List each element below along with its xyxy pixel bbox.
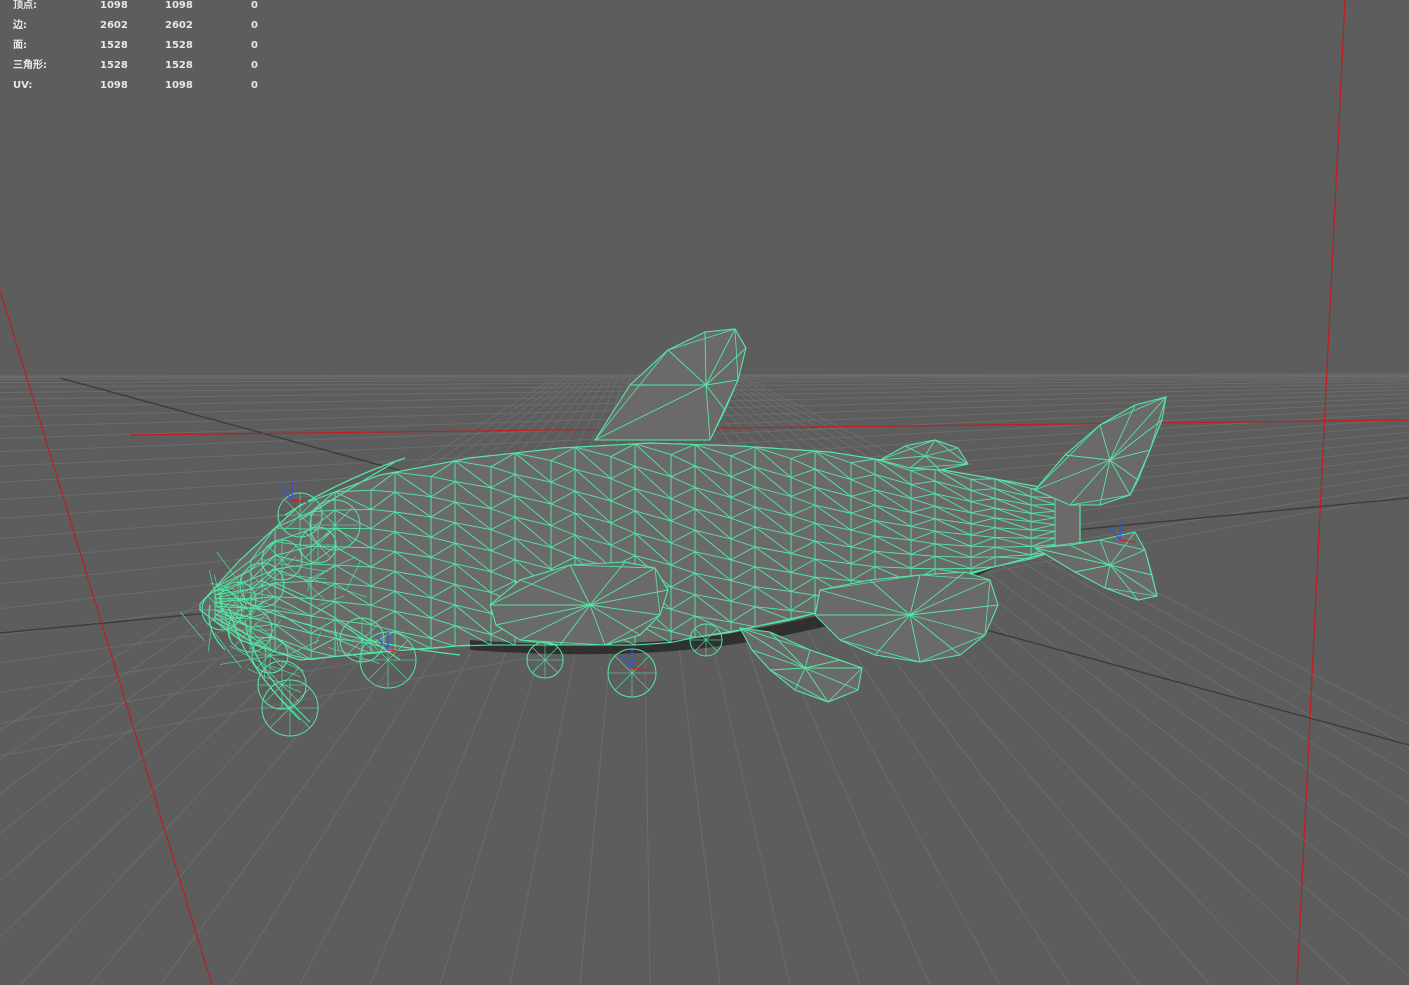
- hud-value: 1528: [100, 40, 128, 52]
- hud-label: 边:: [13, 20, 27, 32]
- mesh-edge: [388, 660, 408, 680]
- mesh-edge: [270, 708, 290, 728]
- mesh-edge: [632, 656, 649, 673]
- hud-label: 三角形:: [13, 60, 47, 72]
- hud-value: 2602: [100, 20, 128, 32]
- 3d-viewport[interactable]: 顶点: 1098 1098 0 边: 2602 2602 0 面: 1528 1…: [0, 0, 1409, 985]
- hud-value: 2602: [165, 20, 193, 32]
- hud-row-faces: 面: 1528 1528 0: [13, 40, 273, 60]
- hud-value: 0: [251, 60, 258, 72]
- mesh-edge: [532, 660, 545, 673]
- hud-value: 1528: [100, 60, 128, 72]
- mesh-edge: [265, 685, 282, 702]
- hud-value: 0: [251, 20, 258, 32]
- hud-row-vertices: 顶点: 1098 1098 0: [13, 0, 273, 20]
- mesh-edge: [282, 668, 299, 685]
- hud-value: 0: [251, 0, 258, 12]
- mesh-edge: [911, 568, 935, 569]
- mesh-edge: [1031, 504, 1055, 505]
- pivot-axis-z: [622, 656, 632, 668]
- hud-value: 1528: [165, 40, 193, 52]
- hud-value: 1098: [165, 0, 193, 12]
- mesh-edge: [632, 673, 649, 690]
- hud-value: 0: [251, 40, 258, 52]
- pelvic-fin: [815, 572, 998, 662]
- hud-label: UV:: [13, 80, 32, 92]
- mesh-edge: [545, 660, 558, 673]
- hud-label: 面:: [13, 40, 27, 52]
- hud-row-edges: 边: 2602 2602 0: [13, 20, 273, 40]
- hud-value: 0: [251, 80, 258, 92]
- hud-value: 1528: [165, 60, 193, 72]
- camera-line: [1297, 0, 1345, 985]
- poly-count-hud: 顶点: 1098 1098 0 边: 2602 2602 0 面: 1528 1…: [13, 0, 273, 100]
- hud-row-uv: UV: 1098 1098 0: [13, 80, 273, 100]
- viewport-scene[interactable]: [0, 0, 1409, 985]
- dorsal-fin: [595, 329, 746, 440]
- hud-row-triangles: 三角形: 1528 1528 0: [13, 60, 273, 80]
- hud-value: 1098: [100, 0, 128, 12]
- mesh-edge: [615, 673, 632, 690]
- mesh-edge: [290, 708, 310, 728]
- hud-label: 顶点:: [13, 0, 37, 12]
- hud-value: 1098: [100, 80, 128, 92]
- hud-value: 1098: [165, 80, 193, 92]
